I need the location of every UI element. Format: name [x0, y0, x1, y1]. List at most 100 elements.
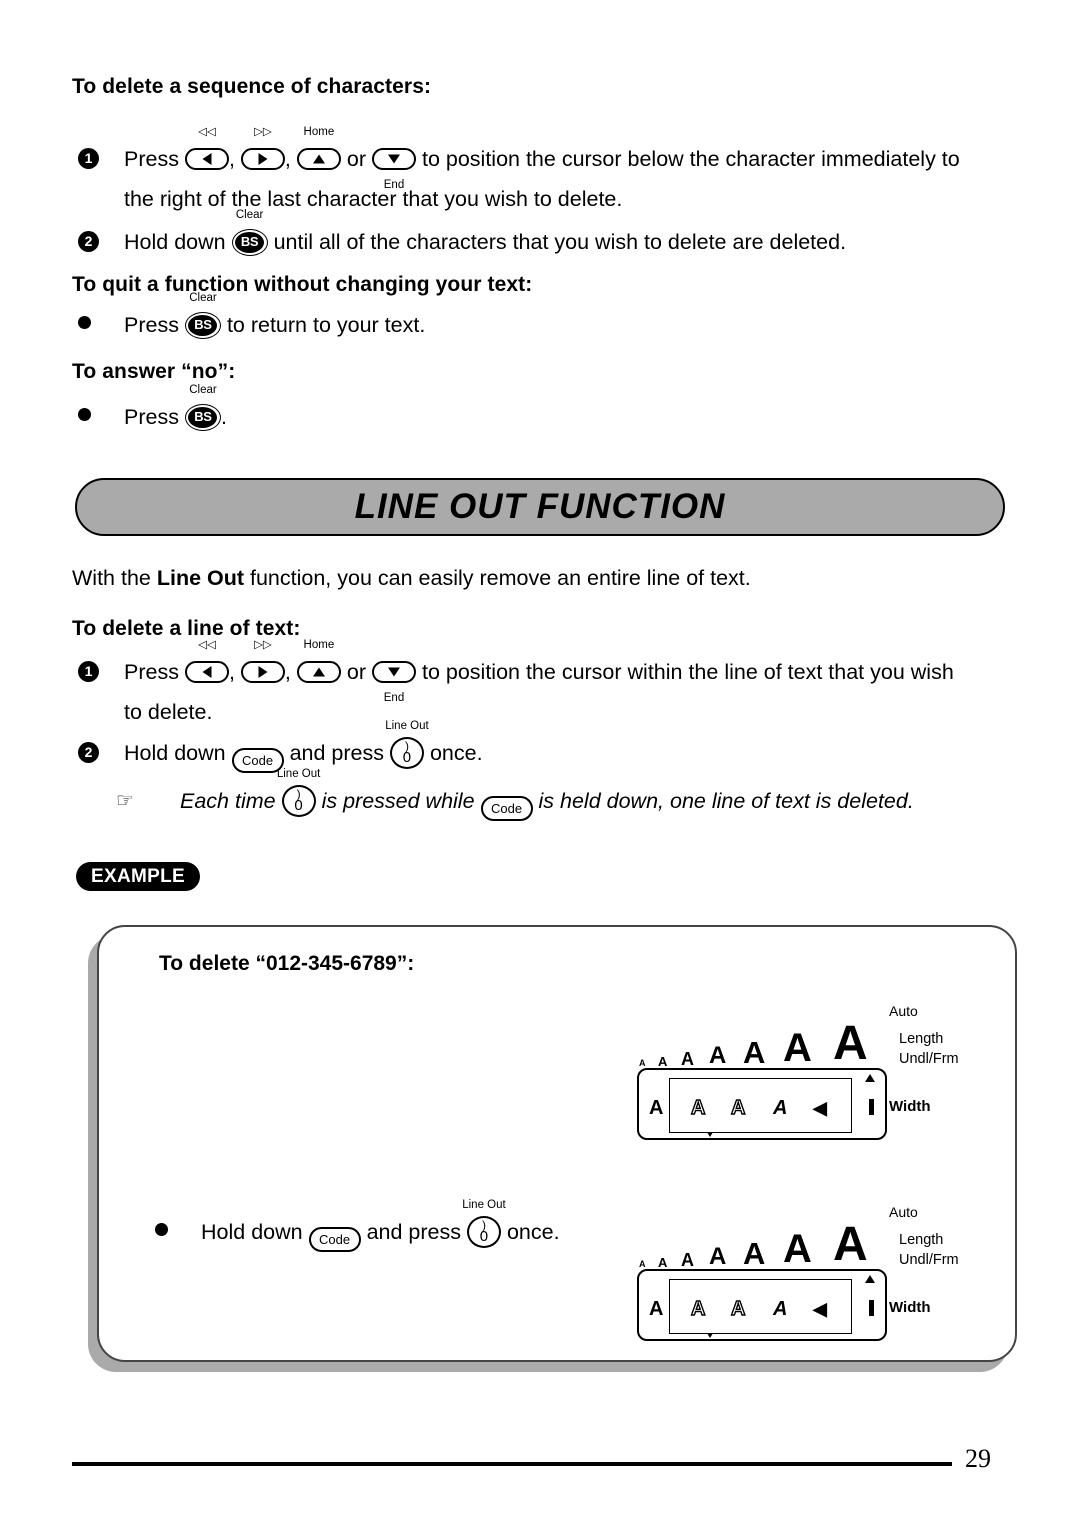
left-arrow-icon[interactable]	[184, 148, 229, 170]
key-code[interactable]: Code	[308, 1227, 361, 1252]
note-part2: is pressed while	[321, 789, 475, 813]
key-left-arrow[interactable]: ◁◁	[184, 126, 229, 179]
step-text: Hold down Code and press Line Out ) 0 on…	[124, 720, 483, 773]
key-code[interactable]: Code	[231, 748, 284, 773]
note-row: ☞ Each time Line Out ) 0 is pressed whil…	[110, 768, 914, 821]
indicator-outline-a: A	[690, 1097, 706, 1119]
label-auto: Auto	[889, 1204, 918, 1220]
step-text-before: Hold down	[124, 230, 226, 254]
comma-2: ,	[284, 147, 291, 171]
step-text-mid: or	[346, 147, 366, 171]
label-length: Length	[899, 1031, 944, 1047]
step-text-mid: or	[346, 660, 366, 684]
note-part3: is held down, one line of text is delete…	[538, 789, 914, 813]
backspace-icon[interactable]: BS	[231, 229, 268, 256]
lcd-display-after: A A A A A A A 1: K ’ s G a r d e 2: _ Au…	[637, 1204, 959, 1341]
step-text-after: to position the cursor within the line o…	[421, 660, 954, 684]
up-indicator-icon	[865, 1275, 875, 1283]
step-text: Hold down Clear BS until all of the char…	[124, 209, 847, 262]
step-text-before: Press	[124, 405, 179, 429]
step-row: 2 Hold down Clear BS until all of the ch…	[72, 209, 847, 262]
indicator-arrow: ◀	[813, 1098, 827, 1118]
label-width: Width	[889, 1299, 931, 1316]
up-indicator-icon	[865, 1074, 875, 1082]
indicator-italic-a: A	[773, 1298, 788, 1320]
indicator-bold-a: A	[649, 1298, 664, 1320]
key-up-arrow[interactable]: Home	[296, 639, 341, 692]
key-right-arrow[interactable]: ▷▷	[240, 639, 285, 692]
note-part1: Each time	[180, 789, 276, 813]
key-zero-label: Line Out	[385, 720, 429, 732]
key-up-arrow[interactable]: Home	[296, 126, 341, 179]
label-auto: Auto	[889, 1003, 918, 1019]
right-arrow-icon[interactable]	[240, 661, 285, 683]
bullet-marker	[149, 1212, 201, 1252]
font-size-scale: A A A A A A A	[639, 1017, 868, 1070]
backspace-icon[interactable]: BS	[184, 404, 221, 431]
key-backspace[interactable]: Clear BS	[231, 209, 268, 262]
zero-key-icon[interactable]: ) 0	[389, 737, 424, 769]
intro-bold: Line Out	[156, 566, 245, 590]
font-size-scale: A A A A A A A	[639, 1218, 868, 1271]
key-down-arrow[interactable]: End	[371, 652, 416, 704]
bullet-dot	[78, 408, 91, 421]
example-box: To delete “012-345-6789”: A A A A A A A …	[97, 925, 1017, 1362]
backspace-icon[interactable]: BS	[184, 312, 221, 339]
up-arrow-icon[interactable]	[296, 661, 341, 683]
action-text-mid: and press	[366, 1220, 461, 1244]
down-arrow-icon[interactable]	[371, 148, 416, 170]
manual-page: To delete a sequence of characters: 1 Pr…	[0, 0, 1080, 1529]
key-left-arrow[interactable]: ◁◁	[184, 639, 229, 692]
key-up-arrow-label: Home	[303, 639, 335, 651]
zero-key-icon[interactable]: ) 0	[281, 785, 316, 817]
up-arrow-icon[interactable]	[296, 148, 341, 170]
zero-key-icon[interactable]: ) 0	[466, 1216, 501, 1248]
key-zero-face: 0	[479, 1228, 489, 1245]
key-left-arrow-label: ◁◁	[198, 126, 216, 138]
step-text-after: until all of the characters that you wis…	[273, 230, 847, 254]
heading-quit-function: To quit a function without changing your…	[72, 273, 533, 296]
step-number-2: 2	[72, 222, 124, 262]
step-number-2: 2	[72, 733, 124, 773]
step-text-after: to return to your text.	[226, 313, 426, 337]
key-backspace[interactable]: Clear BS	[184, 292, 221, 345]
intro-paragraph: With the Line Out function, you can easi…	[72, 558, 751, 598]
key-right-arrow-label: ▷▷	[254, 639, 272, 651]
example-title: To delete “012-345-6789”:	[159, 952, 415, 975]
step-text-before: Press	[124, 313, 179, 337]
key-zero-lineout[interactable]: Line Out ) 0	[277, 768, 320, 821]
key-backspace[interactable]: Clear BS	[184, 384, 221, 437]
key-zero-lineout[interactable]: Line Out ) 0	[462, 1199, 506, 1252]
intro-part1: With the	[72, 566, 157, 590]
key-right-arrow[interactable]: ▷▷	[240, 126, 285, 179]
bullet-marker	[72, 397, 124, 437]
style-indicators: A A A A ◀	[643, 1097, 889, 1120]
indicator-bold-a: A	[649, 1097, 664, 1119]
note-text: Each time Line Out ) 0 is pressed while …	[180, 768, 914, 821]
example-action-text: Hold down Code and press Line Out ) 0 on…	[201, 1199, 560, 1252]
right-arrow-icon[interactable]	[240, 148, 285, 170]
step-text: Press ◁◁ , ▷▷ , Home or End to position …	[124, 639, 954, 704]
comma-1: ,	[228, 660, 235, 684]
label-undl-frm: Undl/Frm	[899, 1051, 959, 1067]
key-down-arrow[interactable]: End	[371, 139, 416, 191]
key-zero-face: 0	[402, 749, 412, 766]
step-row: 1 Press ◁◁ , ▷▷ , Home or End to positio…	[72, 639, 954, 704]
footer-rule	[72, 1462, 952, 1466]
key-code[interactable]: Code	[480, 796, 533, 821]
key-zero-label: Line Out	[276, 768, 321, 780]
key-backspace-label: Clear	[235, 209, 264, 221]
left-arrow-icon[interactable]	[184, 661, 229, 683]
step-text: Press Clear BS to return to your text.	[124, 292, 426, 345]
down-arrow-icon[interactable]	[371, 661, 416, 683]
indicator-arrow: ◀	[813, 1299, 827, 1319]
key-backspace-label: Clear	[189, 384, 217, 396]
bullet-marker	[72, 305, 124, 345]
action-text-before: Hold down	[201, 1220, 303, 1244]
step-row: 1 Press ◁◁ , ▷▷ , Home or End to positio…	[72, 126, 960, 191]
heading-delete-line: To delete a line of text:	[72, 617, 301, 640]
key-zero-lineout[interactable]: Line Out ) 0	[385, 720, 429, 773]
step-text-before: Press	[124, 147, 179, 171]
step-text-after: .	[220, 405, 227, 429]
example-action-row: Hold down Code and press Line Out ) 0 on…	[149, 1199, 560, 1252]
